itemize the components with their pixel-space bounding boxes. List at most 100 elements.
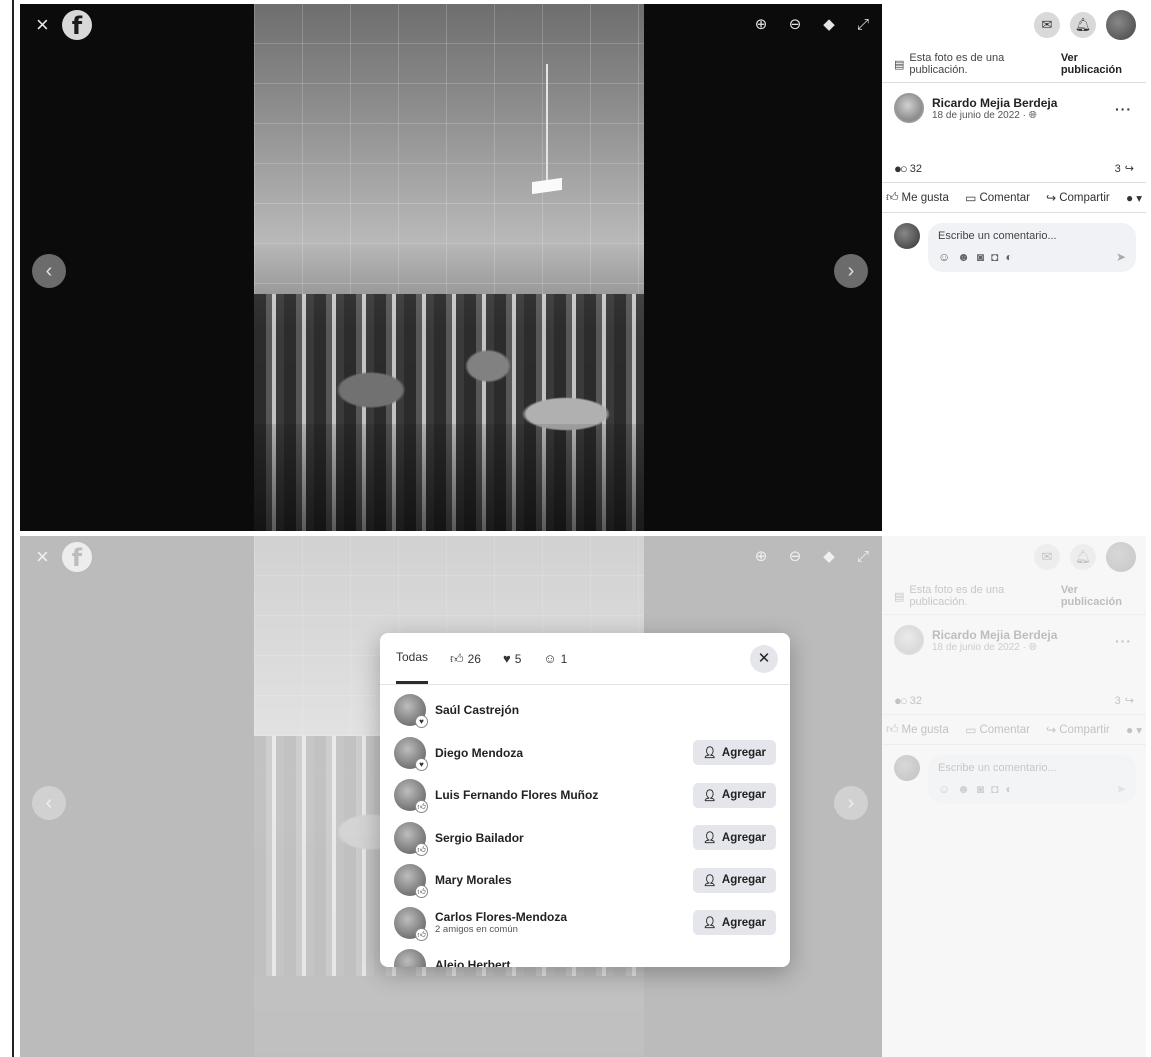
tab-like-count: 26 <box>467 651 481 666</box>
gif-icon[interactable]: ◘ <box>991 250 998 264</box>
add-friend-label: Agregar <box>721 831 766 844</box>
tag-icon[interactable]: ◆ <box>820 16 838 34</box>
sticker-icon[interactable]: ◐ <box>1005 250 1012 264</box>
add-friend-button[interactable]: 👤︎ Agregar <box>692 867 776 893</box>
viewer-toolbar: ⊕ ⊖ ◆ ⤢ <box>752 16 872 34</box>
commenter-avatar <box>894 223 920 249</box>
previous-photo-button[interactable]: ‹ <box>32 254 66 288</box>
share-count: 3 <box>1114 162 1121 175</box>
reaction-badge-icon: 👍︎ <box>415 927 428 941</box>
person-name[interactable]: Carlos Flores-Mendoza <box>435 910 693 924</box>
avatar[interactable]: 👍︎ <box>394 864 428 899</box>
comment-button[interactable]: ▭Comentar <box>965 191 1030 205</box>
add-friend-icon: 👤︎ <box>702 747 717 760</box>
reactors-list: ♥ Saúl Castrejón ♥ Diego Mendoza 👤︎ Agreg… <box>380 685 790 967</box>
comment-box[interactable]: Escribe un comentario... ☺ ☻ ◙ ◘ ◐ ➤ <box>928 223 1136 272</box>
author-name[interactable]: Ricardo Mejia Berdeja <box>932 96 1057 110</box>
like-reaction-icon: 👍︎ <box>450 650 464 666</box>
like-button[interactable]: 👍︎Me gusta <box>886 190 949 205</box>
reaction-badge-icon: 👍︎ <box>415 842 428 856</box>
comment-composer: Escribe un comentario... ☺ ☻ ◙ ◘ ◐ ➤ <box>882 213 1146 276</box>
see-post-link[interactable]: Ver publicación <box>1061 52 1140 76</box>
comment-icon: ▭ <box>965 190 977 205</box>
author-avatar[interactable] <box>894 93 924 123</box>
chevron-down-icon: ▾ <box>1136 192 1142 205</box>
emoji-icon[interactable]: ☻ <box>957 250 970 264</box>
camera-icon[interactable]: ◙ <box>977 250 984 264</box>
avatar[interactable]: 👍︎ <box>394 821 428 856</box>
page-avatar-icon: ● <box>1125 190 1134 205</box>
list-item: Alejo Herbert <box>394 944 776 967</box>
person-name[interactable]: Alejo Herbert <box>435 958 776 967</box>
photo-lamp-rod <box>546 64 548 182</box>
more-options-icon[interactable]: ··· <box>1115 101 1132 117</box>
add-friend-button[interactable]: 👤︎ Agregar <box>692 740 776 766</box>
add-friend-button[interactable]: 👤︎ Agregar <box>692 782 776 808</box>
add-friend-button[interactable]: 👤︎ Agregar <box>692 825 776 851</box>
account-avatar[interactable] <box>1106 10 1136 40</box>
facebook-logo-icon[interactable]: f <box>62 10 92 40</box>
add-friend-label: Agregar <box>721 746 766 759</box>
photo-viewer-screenshot-top: × f ⊕ ⊖ ◆ ⤢ ‹ › ✉ 🔔︎ ▤ Esta foto es de u… <box>20 4 1146 531</box>
share-count-link[interactable]: 3 ↪ <box>1114 162 1134 176</box>
add-friend-icon: 👤︎ <box>702 832 717 845</box>
list-item: ♥ Diego Mendoza 👤︎ Agregar <box>394 732 776 775</box>
add-friend-icon: 👤︎ <box>702 789 717 802</box>
photo-ceiling <box>254 4 644 294</box>
avatar[interactable]: ♥ <box>394 736 428 771</box>
zoom-in-icon[interactable]: ⊕ <box>752 16 770 34</box>
list-item: 👍︎ Mary Morales 👤︎ Agregar <box>394 859 776 902</box>
person-name[interactable]: Sergio Bailador <box>435 831 693 845</box>
share-icon: ↪ <box>1046 190 1057 205</box>
globe-icon: 🌐︎ <box>1028 109 1037 121</box>
photo-viewer: × f ⊕ ⊖ ◆ ⤢ ‹ › <box>20 4 882 531</box>
reaction-count: 32 <box>909 162 922 175</box>
avatar[interactable] <box>394 949 426 967</box>
next-photo-button[interactable]: › <box>834 254 868 288</box>
reaction-tabs: Todas 👍︎ 26 ♥ 5 ☺ 1 ✕ <box>380 633 790 685</box>
add-friend-label: Agregar <box>721 789 766 802</box>
post-date[interactable]: 18 de junio de 2022 · <box>932 110 1029 121</box>
care-reaction-icon: ☺ <box>543 651 557 666</box>
from-post-text: Esta foto es de una publicación. <box>909 52 1005 76</box>
tab-care[interactable]: ☺ 1 <box>543 633 567 684</box>
avatar[interactable]: 👍︎ <box>394 906 428 941</box>
fullscreen-icon[interactable]: ⤢ <box>854 16 872 34</box>
reaction-badge-icon: ♥ <box>415 715 428 729</box>
reaction-badge-icon: 👍︎ <box>415 800 428 814</box>
add-friend-label: Agregar <box>721 916 766 929</box>
tab-like[interactable]: 👍︎ 26 <box>450 633 481 684</box>
avatar[interactable]: ♥ <box>394 694 428 729</box>
avatar-sticker-icon[interactable]: ☺ <box>938 250 950 264</box>
person-name[interactable]: Mary Morales <box>435 873 693 887</box>
reaction-badge-icon: ♥ <box>415 757 428 771</box>
person-name[interactable]: Diego Mendoza <box>435 746 693 760</box>
avatar[interactable]: 👍︎ <box>394 779 428 814</box>
zoom-out-icon[interactable]: ⊖ <box>786 16 804 34</box>
list-item: 👍︎ Luis Fernando Flores Muñoz 👤︎ Agregar <box>394 774 776 817</box>
tab-love[interactable]: ♥ 5 <box>503 633 521 684</box>
comment-tools: ☺ ☻ ◙ ◘ ◐ ➤ <box>938 250 1126 264</box>
person-name[interactable]: Saúl Castrejón <box>435 703 776 717</box>
notifications-bell-icon[interactable]: 🔔︎ <box>1070 12 1096 38</box>
tab-love-count: 5 <box>514 651 522 666</box>
mutual-friends[interactable]: 2 amigos en común <box>435 924 693 935</box>
close-icon[interactable]: × <box>36 14 49 36</box>
comment-input[interactable]: Escribe un comentario... <box>938 230 1126 242</box>
post-author: Ricardo Mejia Berdeja 18 de junio de 202… <box>882 83 1146 133</box>
like-label: Me gusta <box>901 191 949 204</box>
reactions-summary: ●○ 32 3 ↪ <box>882 133 1146 182</box>
person-name[interactable]: Luis Fernando Flores Muñoz <box>435 788 693 802</box>
post-doc-icon: ▤ <box>894 58 905 71</box>
messenger-icon[interactable]: ✉ <box>1034 12 1060 38</box>
react-as-selector[interactable]: ●▾ <box>1126 191 1142 205</box>
document-border-left <box>12 0 14 1057</box>
add-friend-button[interactable]: 👤︎ Agregar <box>692 910 776 936</box>
list-item: ♥ Saúl Castrejón <box>394 689 776 732</box>
share-label: Compartir <box>1059 191 1110 204</box>
share-button[interactable]: ↪Compartir <box>1046 191 1110 205</box>
reactions-count-link[interactable]: ●○ 32 <box>894 161 922 176</box>
tab-all[interactable]: Todas <box>396 633 429 684</box>
send-icon[interactable]: ➤ <box>1116 250 1126 264</box>
close-dialog-button[interactable]: ✕ <box>750 645 778 673</box>
